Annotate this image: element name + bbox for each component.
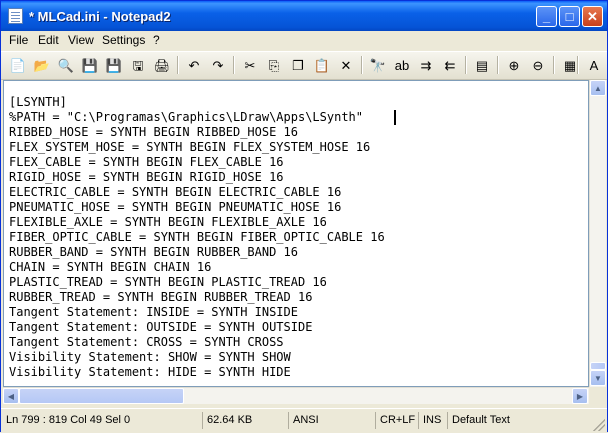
new-icon[interactable]: 📄 (9, 56, 27, 74)
goto-icon[interactable]: ▤ (473, 56, 491, 74)
toolbar-separator (553, 56, 554, 74)
close-button[interactable]: ✕ (582, 6, 603, 27)
menu-bar: File Edit View Settings ? (1, 31, 607, 50)
find-prev-icon[interactable]: ⇇ (441, 56, 459, 74)
scroll-left-button[interactable]: ◀ (3, 388, 19, 404)
status-bar: Ln 799 : 819 Col 49 Sel 0 62.64 KB ANSI … (1, 408, 607, 433)
scroll-corner (589, 387, 606, 404)
paste-icon[interactable]: 📋 (313, 56, 331, 74)
notepad2-window: * MLCad.ini - Notepad2 _ □ ✕ File Edit V… (0, 0, 608, 433)
copy-all-icon[interactable]: ❐ (289, 56, 307, 74)
print-icon[interactable]: 🖨 (153, 56, 171, 74)
status-line-endings[interactable]: CR+LF (376, 412, 419, 429)
vertical-scroll-thumb[interactable] (590, 362, 606, 370)
status-size: 62.64 KB (203, 412, 289, 429)
browse-icon[interactable]: 🔍 (57, 56, 75, 74)
find-next-icon[interactable]: ⇉ (417, 56, 435, 74)
horizontal-scroll-thumb[interactable] (19, 388, 184, 404)
editor-content[interactable]: [LSYNTH] %PATH = "C:\Programas\Graphics\… (9, 95, 385, 380)
text-editor[interactable]: [LSYNTH] %PATH = "C:\Programas\Graphics\… (3, 80, 589, 387)
status-position: Ln 799 : 819 Col 49 Sel 0 (2, 412, 203, 429)
menu-help[interactable]: ? (153, 33, 160, 47)
font-icon[interactable]: A (585, 56, 603, 74)
menu-edit[interactable]: Edit (38, 33, 59, 47)
redo-icon[interactable]: ↷ (209, 56, 227, 74)
save-copy-icon[interactable]: 🖫 (129, 56, 147, 74)
title-bar[interactable]: * MLCad.ini - Notepad2 _ □ ✕ (1, 1, 607, 31)
minimize-button[interactable]: _ (536, 6, 557, 27)
scheme-icon[interactable]: ▦ (561, 56, 579, 74)
horizontal-scrollbar[interactable]: ◀ ▶ (3, 387, 589, 404)
text-caret (394, 110, 396, 125)
scroll-up-button[interactable]: ▲ (590, 80, 606, 96)
undo-icon[interactable]: ↶ (185, 56, 203, 74)
zoom-in-icon[interactable]: ⊕ (505, 56, 523, 74)
status-scheme[interactable]: Default Text (448, 412, 588, 429)
menu-file[interactable]: File (9, 33, 28, 47)
scroll-down-button[interactable]: ▼ (590, 370, 606, 386)
save-as-icon[interactable]: 💾 (105, 56, 123, 74)
cut-icon[interactable]: ✂ (241, 56, 259, 74)
toolbar-separator (233, 56, 234, 74)
save-icon[interactable]: 💾 (81, 56, 99, 74)
toolbar-separator (361, 56, 362, 74)
toolbar-separator (177, 56, 178, 74)
open-icon[interactable]: 📂 (33, 56, 51, 74)
menu-settings[interactable]: Settings (102, 33, 145, 47)
toolbar-separator (465, 56, 466, 74)
status-mode[interactable]: INS (419, 412, 448, 429)
toolbar: 📄 📂 🔍 💾 💾 🖫 🖨 ↶ ↷ ✂ ⎘ ❐ 📋 ✕ 🔭 ab ⇉ ⇇ ▤ ⊕ ⊖ ▦ A (1, 51, 607, 80)
scroll-right-button[interactable]: ▶ (572, 388, 588, 404)
window-title: * MLCad.ini - Notepad2 (29, 9, 171, 24)
copy-icon[interactable]: ⎘ (265, 56, 283, 74)
delete-icon[interactable]: ✕ (337, 56, 355, 74)
resize-grip[interactable] (593, 419, 605, 431)
find-icon[interactable]: 🔭 (369, 56, 387, 74)
maximize-button[interactable]: □ (559, 6, 580, 27)
status-encoding[interactable]: ANSI (289, 412, 376, 429)
menu-view[interactable]: View (68, 33, 94, 47)
vertical-scrollbar[interactable]: ▲ ▼ (589, 80, 606, 387)
toolbar-separator (497, 56, 498, 74)
replace-icon[interactable]: ab (393, 56, 411, 74)
zoom-out-icon[interactable]: ⊖ (529, 56, 547, 74)
notepad-icon[interactable] (8, 8, 23, 24)
